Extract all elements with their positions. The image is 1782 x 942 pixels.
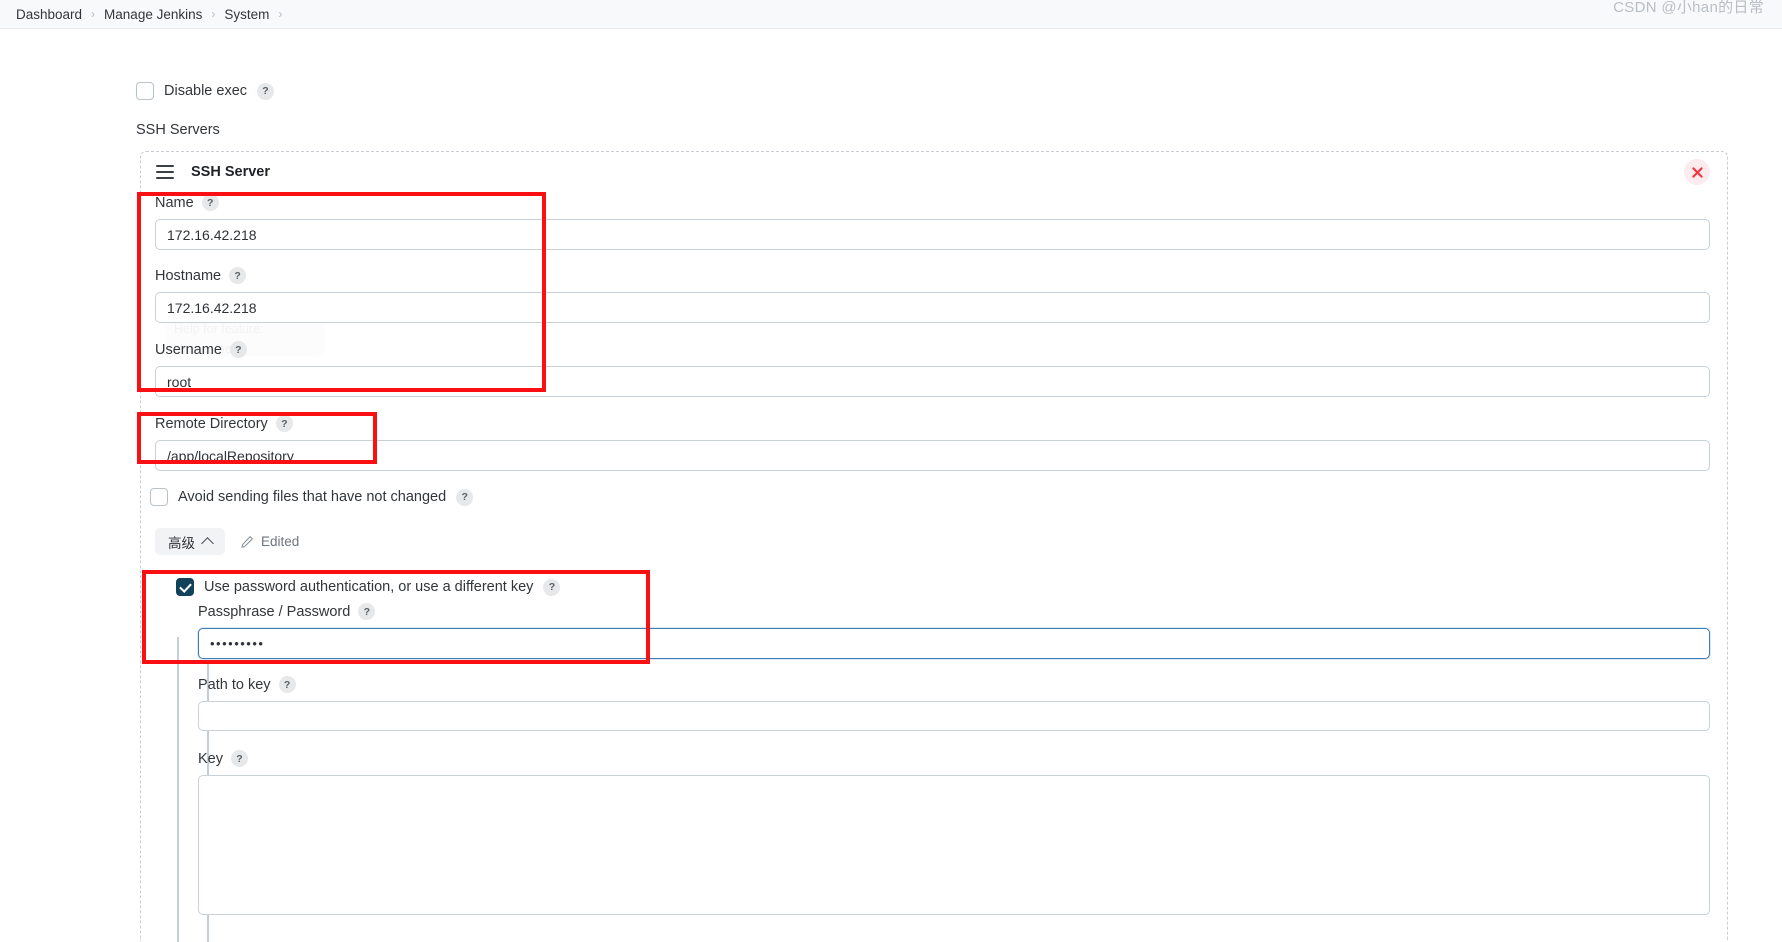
field-key-label: Key <box>198 750 223 767</box>
field-path-to-key: Path to key ? <box>198 676 1710 731</box>
indent-guide-line <box>177 637 179 942</box>
field-path-to-key-label: Path to key <box>198 676 271 693</box>
disable-exec-row: Disable exec ? <box>136 82 275 100</box>
edited-label: Edited <box>261 534 300 549</box>
field-name: Name ? <box>155 194 1710 250</box>
field-key: Key ? <box>198 750 1710 915</box>
breadcrumb: Dashboard › Manage Jenkins › System › <box>0 0 1782 29</box>
path-to-key-input[interactable] <box>198 701 1710 731</box>
field-hostname: Hostname ? <box>155 267 1710 323</box>
field-passphrase-label-row: Passphrase / Password ? <box>198 603 1710 620</box>
help-icon-key[interactable]: ? <box>231 750 248 767</box>
breadcrumb-item-dashboard[interactable]: Dashboard <box>9 7 89 22</box>
avoid-sending-label: Avoid sending files that have not change… <box>178 489 447 505</box>
breadcrumb-separator-icon: › <box>211 7 216 21</box>
key-textarea[interactable] <box>198 775 1710 915</box>
drag-handle-icon[interactable] <box>156 165 174 179</box>
help-icon-hostname[interactable]: ? <box>229 267 247 284</box>
hostname-input[interactable] <box>155 292 1710 323</box>
field-remote-directory: Remote Directory ? <box>155 415 1710 471</box>
help-icon-username[interactable]: ? <box>229 341 247 358</box>
ssh-servers-section-label: SSH Servers <box>136 122 220 138</box>
breadcrumb-separator-icon: › <box>278 7 283 21</box>
advanced-button-label: 高级 <box>168 535 195 551</box>
passphrase-input[interactable] <box>198 628 1710 659</box>
username-input[interactable] <box>155 366 1710 397</box>
advanced-toggle-button[interactable]: 高级 <box>155 528 225 555</box>
pencil-icon <box>241 535 253 548</box>
disable-exec-checkbox[interactable] <box>136 82 154 100</box>
field-passphrase-label: Passphrase / Password <box>198 603 351 620</box>
field-remote-directory-label-row: Remote Directory ? <box>155 415 1710 432</box>
help-icon-remote-directory[interactable]: ? <box>275 415 293 432</box>
field-name-label: Name <box>155 194 194 211</box>
field-username-label-row: Username ? <box>155 341 1710 358</box>
close-icon[interactable] <box>1684 159 1710 185</box>
ssh-server-panel-header: SSH Server <box>141 152 1727 192</box>
field-path-to-key-label-row: Path to key ? <box>198 676 1710 693</box>
help-icon-passphrase[interactable]: ? <box>358 603 376 620</box>
help-icon-disable-exec[interactable]: ? <box>257 82 275 100</box>
use-password-auth-checkbox[interactable] <box>176 578 194 596</box>
breadcrumb-item-manage-jenkins[interactable]: Manage Jenkins <box>97 7 209 22</box>
edited-indicator[interactable]: Edited <box>240 534 299 549</box>
help-icon-name[interactable]: ? <box>201 194 219 211</box>
name-input[interactable] <box>155 219 1710 250</box>
advanced-row: 高级 Edited <box>155 528 299 555</box>
breadcrumb-separator-icon: › <box>91 7 96 21</box>
use-password-auth-row: Use password authentication, or use a di… <box>176 578 561 596</box>
field-username-label: Username <box>155 341 222 358</box>
avoid-sending-checkbox[interactable] <box>150 488 168 506</box>
field-hostname-label-row: Hostname ? <box>155 267 1710 284</box>
field-username: Username ? <box>155 341 1710 397</box>
avoid-sending-row: Avoid sending files that have not change… <box>150 488 474 506</box>
help-icon-avoid-sending[interactable]: ? <box>456 488 474 506</box>
remote-directory-input[interactable] <box>155 440 1710 471</box>
field-passphrase: Passphrase / Password ? <box>198 603 1710 659</box>
breadcrumb-item-system[interactable]: System <box>217 7 276 22</box>
field-name-label-row: Name ? <box>155 194 1710 211</box>
use-password-auth-label: Use password authentication, or use a di… <box>204 579 534 595</box>
field-hostname-label: Hostname <box>155 267 222 284</box>
field-key-label-row: Key ? <box>198 750 1710 767</box>
ssh-server-title: SSH Server <box>191 164 270 180</box>
disable-exec-label: Disable exec <box>164 83 248 99</box>
chevron-up-icon <box>201 537 214 550</box>
field-remote-directory-label: Remote Directory <box>155 415 268 432</box>
help-icon-use-password-auth[interactable]: ? <box>543 578 561 596</box>
help-icon-path-to-key[interactable]: ? <box>278 676 296 693</box>
watermark: CSDN @小han的日常 <box>1613 0 1764 16</box>
